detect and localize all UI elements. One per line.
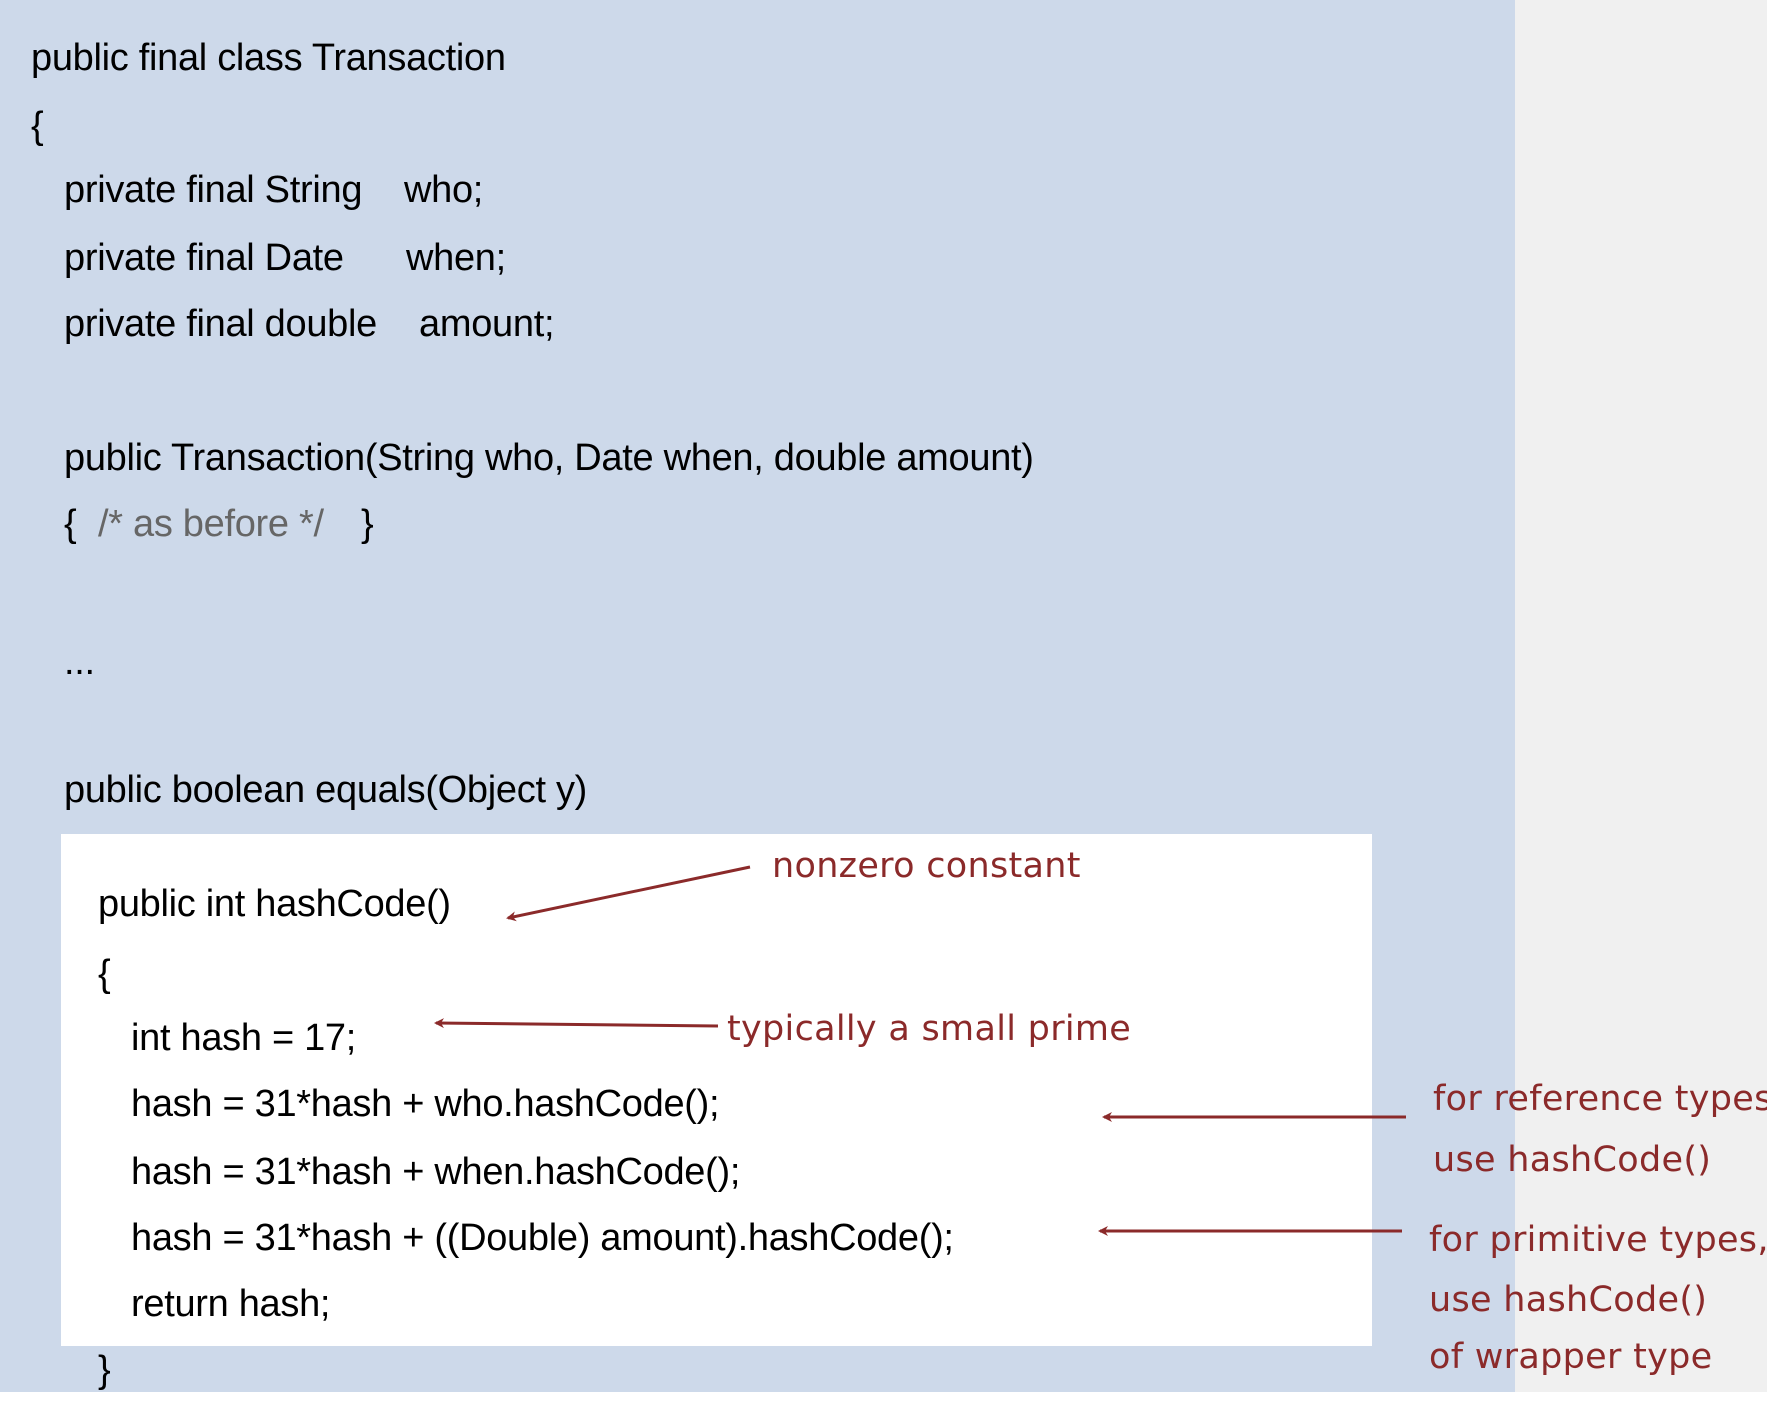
annotation-primitive-line3: of wrapper type bbox=[1429, 1337, 1713, 1377]
constructor-open-brace: { bbox=[64, 503, 77, 545]
constructor-signature: public Transaction(String who, Date when… bbox=[64, 437, 1034, 479]
annotation-primitive-line1: for primitive types, bbox=[1429, 1220, 1767, 1260]
ellipsis: ... bbox=[64, 641, 95, 683]
field-when-type: private final Date bbox=[64, 237, 344, 279]
hash-return-line: return hash; bbox=[131, 1283, 331, 1325]
annotation-nonzero-constant: nonzero constant bbox=[772, 846, 1081, 886]
field-amount-name: amount; bbox=[419, 303, 555, 345]
hash-when-line: hash = 31*hash + when.hashCode(); bbox=[131, 1151, 741, 1193]
field-when-name: when; bbox=[406, 237, 506, 279]
field-amount-type: private final double bbox=[64, 303, 377, 345]
class-declaration: public final class Transaction bbox=[31, 37, 506, 79]
annotation-reference-line2: use hashCode() bbox=[1433, 1140, 1712, 1180]
annotation-primitive-line2: use hashCode() bbox=[1429, 1280, 1708, 1320]
annotation-small-prime: typically a small prime bbox=[727, 1009, 1132, 1049]
constructor-comment: /* as before */ bbox=[98, 503, 324, 545]
field-who-name: who; bbox=[404, 169, 484, 211]
bottom-strip bbox=[0, 1392, 1767, 1401]
hashcode-open-brace: { bbox=[98, 953, 111, 995]
equals-declaration: public boolean equals(Object y) bbox=[64, 769, 588, 811]
hashcode-declaration: public int hashCode() bbox=[98, 883, 451, 925]
hash-init-line: int hash = 17; bbox=[131, 1017, 357, 1059]
hashcode-close-brace: } bbox=[98, 1349, 111, 1391]
hash-amount-line: hash = 31*hash + ((Double) amount).hashC… bbox=[131, 1217, 954, 1259]
annotation-reference-line1: for reference types, bbox=[1433, 1079, 1767, 1119]
field-who-type: private final String bbox=[64, 169, 363, 211]
class-open-brace: { bbox=[31, 105, 44, 147]
hash-who-line: hash = 31*hash + who.hashCode(); bbox=[131, 1083, 720, 1125]
constructor-close-brace: } bbox=[361, 503, 374, 545]
